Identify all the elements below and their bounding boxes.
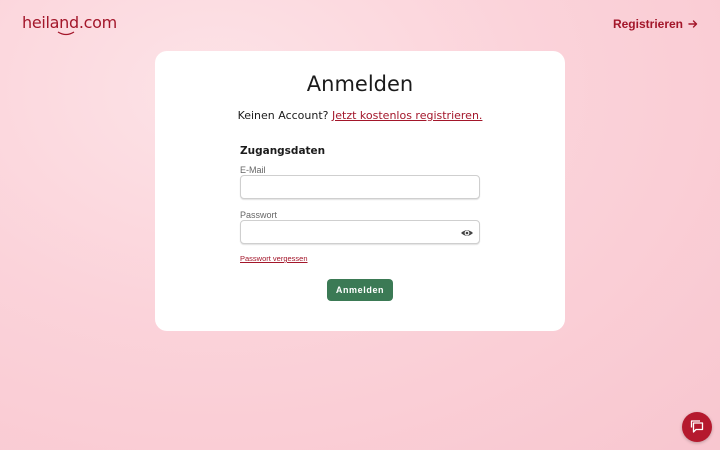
- no-account-text: Keinen Account?: [237, 109, 329, 122]
- register-free-link[interactable]: Jetzt kostenlos registrieren.: [332, 109, 482, 122]
- password-field[interactable]: [240, 220, 480, 244]
- no-account-line: Keinen Account? Jetzt kostenlos registri…: [155, 109, 565, 122]
- eye-icon[interactable]: [460, 226, 474, 240]
- logo-swoosh-icon: [57, 31, 75, 36]
- password-label: Passwort: [240, 210, 278, 220]
- login-card: Anmelden Keinen Account? Jetzt kostenlos…: [155, 51, 565, 331]
- chat-button[interactable]: [682, 412, 712, 442]
- email-field[interactable]: [240, 175, 480, 199]
- register-link[interactable]: Registrieren: [613, 17, 698, 31]
- logo[interactable]: heiland.com: [22, 13, 117, 32]
- register-link-label: Registrieren: [612, 17, 683, 31]
- forgot-password-link[interactable]: Passwort vergessen: [240, 254, 308, 263]
- section-title: Zugangsdaten: [240, 145, 326, 157]
- page-title: Anmelden: [306, 72, 414, 96]
- login-button[interactable]: Anmelden: [327, 279, 393, 301]
- header: heiland.com Registrieren: [0, 0, 720, 50]
- arrow-right-icon: [688, 20, 698, 28]
- email-label: E-Mail: [240, 165, 266, 175]
- chat-bubble-icon: [690, 420, 704, 433]
